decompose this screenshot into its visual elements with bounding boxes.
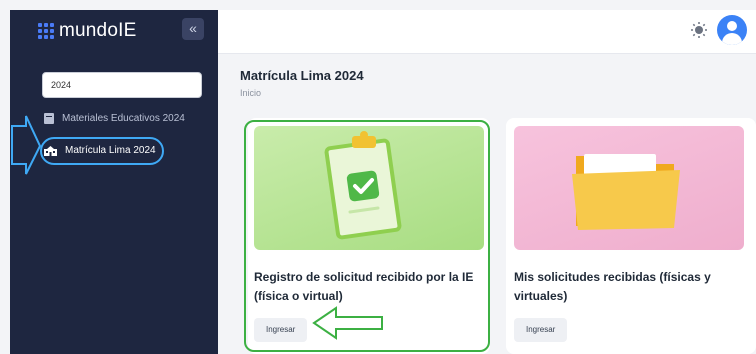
card-title: Mis solicitudes recibidas (físicas y vir… xyxy=(514,270,711,303)
app-window: mundoIE « 2024 Materiales Educativos 202… xyxy=(10,10,756,354)
sun-icon[interactable] xyxy=(690,21,708,39)
highlight-oval xyxy=(40,137,164,165)
top-bar xyxy=(218,10,756,54)
annotation-arrow-right-icon xyxy=(11,115,42,175)
book-icon xyxy=(44,113,54,124)
apps-grid-icon xyxy=(38,23,54,39)
collapse-sidebar-button[interactable]: « xyxy=(182,18,204,40)
page-title: Matrícula Lima 2024 xyxy=(240,68,364,83)
sidebar-item-label: Materiales Educativos 2024 xyxy=(62,113,185,124)
search-input[interactable]: 2024 xyxy=(42,72,202,98)
user-avatar[interactable] xyxy=(717,15,747,45)
card-mis-solicitudes: Mis solicitudes recibidas (físicas y vir… xyxy=(506,118,756,354)
sidebar: mundoIE « 2024 Materiales Educativos 202… xyxy=(10,10,218,354)
sidebar-item-materiales[interactable]: Materiales Educativos 2024 xyxy=(44,113,185,124)
ingresar-button[interactable]: Ingresar xyxy=(514,318,568,342)
folder-icon xyxy=(572,154,680,230)
breadcrumb[interactable]: Inicio xyxy=(240,88,261,98)
card-image xyxy=(514,126,744,250)
brand-name: mundoIE xyxy=(59,20,137,41)
user-icon xyxy=(727,21,737,31)
brand-logo[interactable]: mundoIE xyxy=(38,20,136,42)
annotation-arrow-left-icon xyxy=(312,306,383,340)
